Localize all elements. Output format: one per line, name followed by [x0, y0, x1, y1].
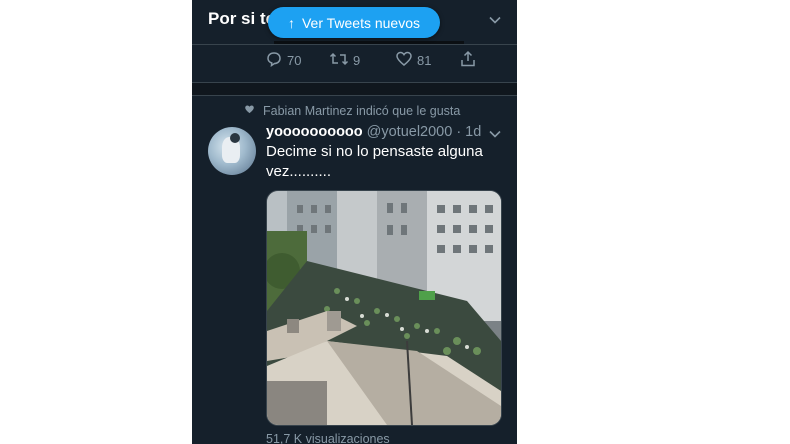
- tweet-time: · 1d: [456, 124, 482, 140]
- avatar[interactable]: [208, 127, 256, 175]
- heart-icon: [244, 104, 255, 118]
- reply-icon: [265, 50, 283, 71]
- new-tweets-button[interactable]: ↑ Ver Tweets nuevos: [268, 7, 440, 38]
- view-count: 51,7 K visualizaciones: [266, 432, 390, 444]
- previous-media-edge: [274, 41, 464, 44]
- new-tweets-label: Ver Tweets nuevos: [301, 14, 421, 31]
- share-icon: [459, 50, 477, 71]
- social-context[interactable]: Fabian Martinez indicó que le gusta: [244, 104, 460, 118]
- user-handle[interactable]: @yotuel2000: [367, 124, 453, 140]
- tweet-video[interactable]: [266, 190, 502, 426]
- crowd-street-video-thumbnail: [267, 191, 501, 425]
- twitter-timeline: Por si te ↑ Ver Tweets nuevos 70 9 81 Fa…: [192, 0, 517, 444]
- share-button[interactable]: [459, 50, 477, 71]
- social-context-text: Fabian Martinez indicó que le gusta: [263, 104, 461, 118]
- arrow-up-icon: ↑: [287, 14, 295, 31]
- tweet-text: Decime si no lo pensaste alguna vez.....…: [266, 143, 483, 180]
- reply-count: 70: [287, 53, 302, 68]
- reply-button[interactable]: 70: [265, 50, 301, 71]
- section-title: Por si te: [208, 9, 276, 28]
- previous-tweet-actions: 70 9 81: [192, 50, 517, 80]
- tweet-header: yoooooooooo @yotuel2000 · 1d: [266, 124, 481, 140]
- heart-icon: [395, 50, 413, 71]
- section-divider: [192, 82, 517, 96]
- retweet-button[interactable]: 9: [329, 50, 360, 71]
- retweet-icon: [329, 50, 349, 71]
- like-count: 81: [417, 53, 432, 68]
- like-button[interactable]: 81: [395, 50, 431, 71]
- retweet-count: 9: [353, 53, 361, 68]
- chevron-down-icon[interactable]: [488, 13, 502, 32]
- display-name[interactable]: yoooooooooo: [266, 124, 363, 140]
